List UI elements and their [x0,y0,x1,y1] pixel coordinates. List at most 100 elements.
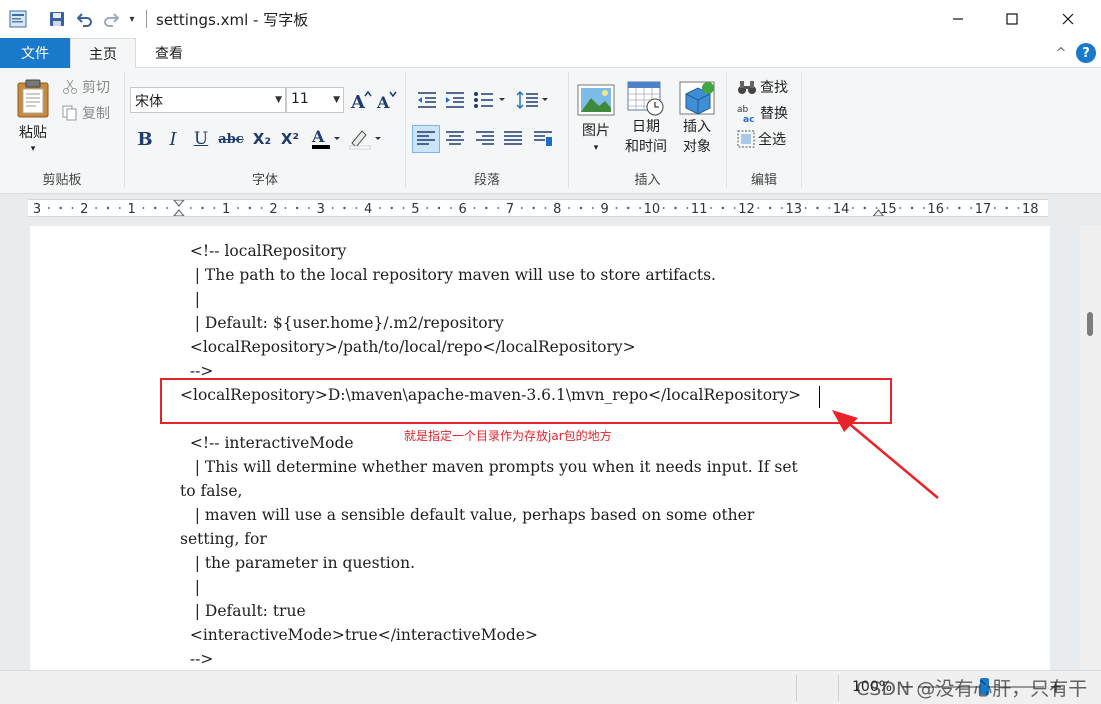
line-spacing-button[interactable] [514,88,554,112]
collapse-ribbon-icon[interactable]: ^ [1052,44,1070,62]
date-time-label-1: 日期 [632,119,660,135]
font-name-select[interactable]: 宋体 ▼ [130,87,286,113]
undo-icon[interactable] [74,8,96,30]
ruler-tick [520,207,523,209]
underline-button[interactable]: U [189,127,213,151]
wordpad-app-icon[interactable] [8,8,28,30]
insert-object-icon [679,81,715,115]
superscript-button[interactable]: X² [277,127,303,151]
font-color-icon: A [311,127,340,149]
justify-button[interactable] [500,126,526,152]
indent-marker-icon [173,200,185,216]
copy-button[interactable]: 复制 [62,102,110,124]
font-color-button[interactable]: A [309,126,343,152]
ruler-tick [946,207,949,209]
ruler-tick [721,206,725,210]
ruler-tick [615,207,618,209]
text-line: <localRepository>/path/to/local/repo</lo… [180,338,636,356]
ruler-tick-label: 17 [975,202,992,216]
maximize-button[interactable] [986,0,1038,38]
bold-button[interactable]: B [133,127,157,151]
document-page[interactable]: <!-- localRepository | The path to the l… [30,226,1050,670]
ruler-tick-label: 2 [269,202,277,216]
ruler-tick-label: 4 [364,202,372,216]
text-line: | Default: ${user.home}/.m2/repository [180,314,504,332]
binoculars-icon [738,81,756,94]
minimize-button[interactable] [932,0,984,38]
paragraph-settings-button[interactable] [530,126,556,152]
find-button[interactable]: 查找 [737,76,788,98]
italic-button[interactable]: I [161,127,185,151]
ruler-tick [308,207,310,209]
date-time-button[interactable]: 日期 和时间 [621,78,671,158]
clipboard-group-label: 剪贴板 [42,173,82,188]
paste-dropdown-icon[interactable]: ▾ [31,144,36,154]
ruler-tick [189,207,192,209]
increase-indent-button[interactable] [442,88,468,112]
select-all-button[interactable]: 全选 [737,128,786,150]
status-divider [838,675,839,701]
ribbon-tab-bar: 文件 主页 查看 ^ ? [0,38,1101,69]
paste-button[interactable]: 粘贴 ▾ [8,74,58,158]
grow-font-button[interactable]: A [349,88,373,112]
document-area: <!-- localRepository | The path to the l… [0,226,1080,670]
customize-quick-access-dropdown[interactable]: ▾ [124,8,140,30]
cut-button[interactable]: 剪切 [62,76,110,98]
ruler-tick [757,207,760,209]
save-icon[interactable] [46,8,68,30]
bullet-list-button[interactable] [472,88,510,112]
redo-icon[interactable] [100,8,122,30]
decrease-indent-button[interactable] [414,88,440,112]
ruler-tick [1017,207,1020,209]
ruler-tick [343,206,346,210]
picture-button[interactable]: 图片 ▾ [573,78,619,158]
copy-icon [62,105,77,121]
svg-text:ab: ab [737,105,749,115]
replace-button[interactable]: ab ac 替换 [737,102,788,124]
justify-icon [504,131,522,145]
ruler[interactable]: 3 2 1 1 2 3 4 5 6 7 8 9 10 11 12 13 14 15 16 17 18 [28,199,1048,217]
insert-object-label-1: 插入 [683,119,711,135]
align-left-button[interactable] [412,125,440,153]
tab-file[interactable]: 文件 [0,38,70,68]
scrollbar-thumb[interactable] [1087,312,1093,336]
chevron-down-icon: ▾ [593,142,599,153]
ruler-tick [402,207,405,209]
highlight-color-button[interactable] [347,126,385,152]
tab-home[interactable]: 主页 [70,38,136,69]
ruler-tick [852,207,854,209]
ruler-tick [816,206,819,210]
text-line: <!-- interactiveMode [180,434,354,452]
decrease-indent-icon [418,92,436,108]
select-all-icon [737,130,755,148]
insert-object-button[interactable]: 插入 对象 [673,78,721,158]
vertical-scrollbar[interactable] [1080,226,1101,670]
align-center-button[interactable] [442,126,468,152]
close-button[interactable] [1042,0,1094,38]
help-icon[interactable]: ? [1076,43,1096,63]
text-line: --> [180,650,214,668]
ruler-tick [591,207,594,209]
align-right-button[interactable] [472,126,498,152]
strikethrough-button[interactable]: abc [217,127,245,151]
ruler-tick-label: 14 [833,202,850,216]
shrink-font-button[interactable]: A [375,88,399,112]
paragraph-group: 段落 [406,68,568,192]
ruler-tick [47,207,50,209]
subscript-button[interactable]: X₂ [249,127,275,151]
font-size-select[interactable]: 11 ▼ [286,87,344,113]
ruler-tick [154,206,157,210]
ruler-tick-label: 1 [127,202,135,216]
select-all-label: 全选 [758,132,786,148]
ruler-tick-label: 3 [33,202,41,216]
close-icon [1062,13,1074,25]
tab-view[interactable]: 查看 [136,38,202,68]
insert-object-label-2: 对象 [683,139,711,155]
ruler-tick [473,207,476,209]
ruler-tick [875,207,878,209]
paste-icon [17,79,49,118]
ruler-scale: 3 2 1 1 2 3 4 5 6 7 8 9 10 11 12 13 14 15 16 17 18 [33,200,1039,216]
chevron-down-icon: ▼ [333,95,340,105]
ruler-tick-label: 9 [600,202,608,216]
paste-label: 粘贴 [19,125,47,141]
